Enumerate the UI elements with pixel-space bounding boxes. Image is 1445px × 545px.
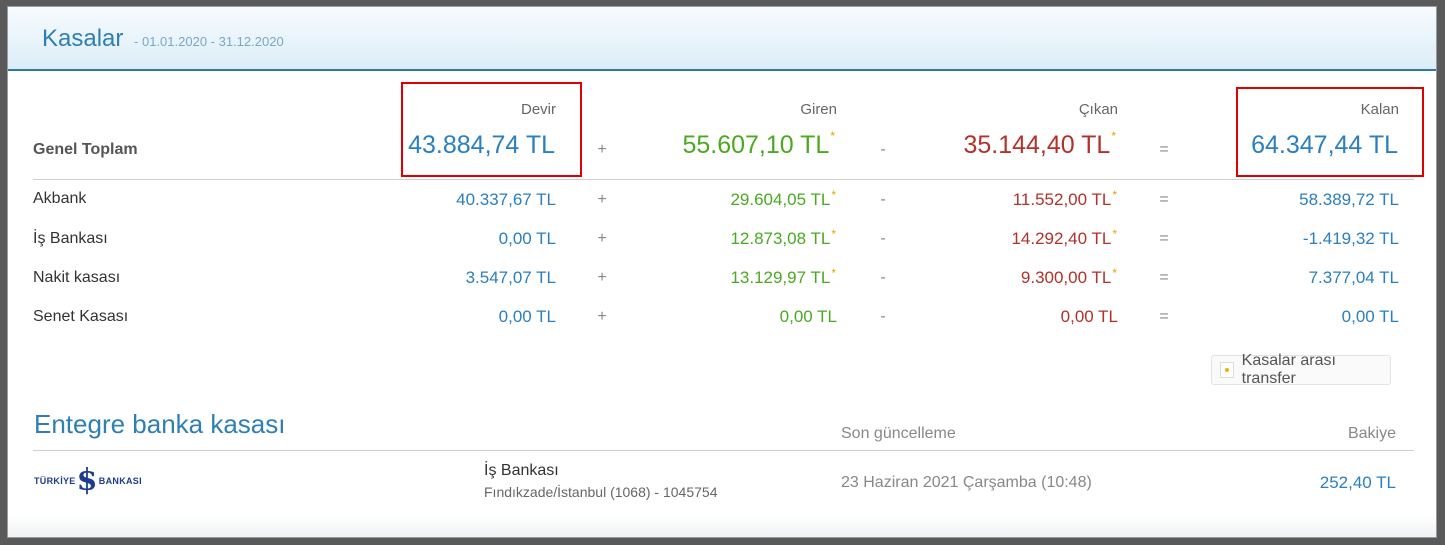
row-giren: 12.873,08 TL* [576,227,836,249]
column-last-update: Son güncelleme [841,425,956,442]
total-giren: 55.607,10 TL* [535,129,835,160]
row-giren-value: 13.129,97 TL [730,268,831,287]
total-giren-value: 55.607,10 TL [682,131,830,159]
total-cikan-value: 35.144,40 TL [963,131,1111,159]
isbank-mark-icon: $ [76,463,98,498]
date-range: - 01.01.2020 - 31.12.2020 [134,34,284,49]
row-label[interactable]: Akbank [33,190,86,208]
column-balance: Bakiye [1347,425,1396,442]
logo-text-left: TÜRKİYE [34,476,76,486]
divider [33,179,1414,180]
row-giren: 0,00 TL [779,307,837,326]
row-label[interactable]: Senet Kasası [33,308,128,326]
logo-text-right: BANKASI [98,476,142,486]
column-cikan: Çıkan [1078,101,1118,118]
total-label: Genel Toplam [33,141,138,158]
row-devir: 40.337,67 TL [456,190,556,209]
row-cikan: 14.292,40 TL* [857,227,1117,249]
star-mark: * [831,188,836,202]
row-kalan: 58.389,72 TL [1299,190,1399,209]
divider [33,450,1414,451]
row-devir: 3.547,07 TL [465,268,556,287]
row-giren-value: 29.604,05 TL [730,190,831,209]
devir-highlight-box [401,82,582,177]
total-devir: 43.884,74 TL [408,131,555,159]
integrated-title: Entegre banka kasası [34,409,286,439]
kasalar-panel: Kasalar - 01.01.2020 - 31.12.2020 Devir … [7,6,1437,538]
row-giren: 13.129,97 TL* [576,266,836,288]
column-kalan: Kalan [1360,101,1399,118]
transfer-button-label: Kasalar arası transfer [1241,352,1336,387]
page-title: Kasalar - 01.01.2020 - 31.12.2020 [42,25,284,53]
row-kalan: 7.377,04 TL [1308,268,1399,287]
row-cikan: 0,00 TL [1060,307,1118,326]
row-cikan-value: 11.552,00 TL [1012,190,1112,209]
row-cikan: 11.552,00 TL* [857,188,1117,210]
panel-footer [8,515,1436,537]
row-giren: 29.604,05 TL* [576,188,836,210]
row-kalan: -1.419,32 TL [1302,229,1399,248]
star-mark: * [1112,227,1117,241]
bank-name[interactable]: İş Bankası [484,462,559,480]
star-mark: * [1112,188,1117,202]
star-mark: * [1112,266,1117,280]
column-devir: Devir [520,101,556,118]
row-cikan: 9.300,00 TL* [857,266,1117,288]
transfer-button[interactable]: Kasalar arası transfer [1211,352,1391,387]
star-mark: * [831,266,836,280]
row-devir: 0,00 TL [498,229,556,248]
row-cikan-value: 9.300,00 TL [1020,268,1112,287]
bank-balance: 252,40 TL [1319,473,1396,492]
star-mark: * [831,227,836,241]
column-giren: Giren [800,101,837,118]
row-label[interactable]: Nakit kasası [33,269,120,287]
row-devir: 0,00 TL [498,307,556,326]
row-kalan: 0,00 TL [1341,307,1399,326]
last-update-value: 23 Haziran 2021 Çarşamba (10:48) [841,474,1092,491]
row-label[interactable]: İş Bankası [33,230,108,248]
total-kalan: 64.347,44 TL [1251,131,1398,159]
row-giren-value: 12.873,08 TL [730,229,831,248]
bank-branch: Fındıkzade/İstanbul (1068) - 1045754 [484,484,718,500]
row-cikan-value: 14.292,40 TL [1011,229,1112,248]
total-cikan: 35.144,40 TL* [816,129,1116,160]
panel-header: Kasalar - 01.01.2020 - 31.12.2020 [8,7,1436,71]
transfer-icon [1220,362,1234,378]
isbank-logo: TÜRKİYE $ BANKASI [34,463,154,499]
title-text: Kasalar [42,25,124,52]
